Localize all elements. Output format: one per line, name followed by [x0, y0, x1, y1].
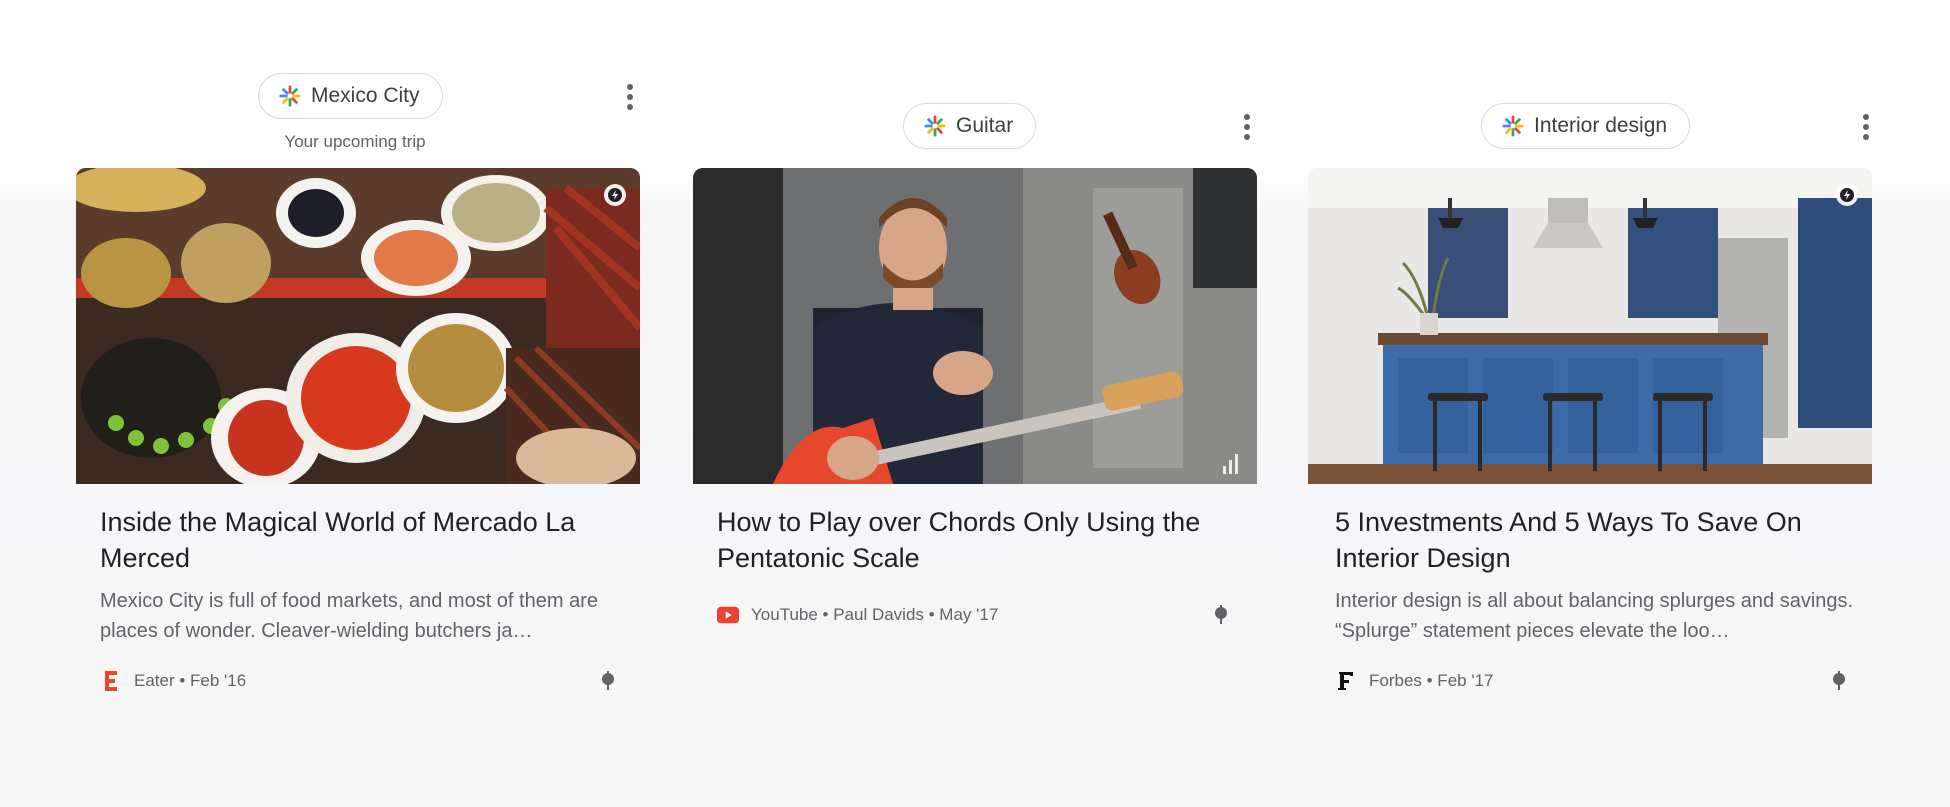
card-snippet: Mexico City is full of food markets, and… [100, 590, 598, 642]
source-meta: Forbes • Feb '17 [1369, 671, 1494, 690]
chip-label: Guitar [956, 114, 1014, 137]
more-options-button[interactable] [1235, 112, 1259, 142]
google-spark-icon [1502, 115, 1524, 137]
kitchen-interior-image[interactable] [1308, 168, 1872, 484]
feed-card-mexico-city: Mexico City Your upcoming trip Inside th… [76, 0, 640, 807]
pin-icon[interactable] [1829, 668, 1849, 694]
topic-chip-guitar[interactable]: Guitar [903, 103, 1037, 149]
source-meta: Eater • Feb '16 [134, 671, 247, 690]
eater-logo-icon [100, 670, 122, 692]
pin-icon[interactable] [1211, 602, 1231, 628]
forbes-logo-icon [1335, 670, 1357, 692]
feed-card-guitar: Guitar How to Play over Chords Only Usin… [693, 0, 1257, 807]
amp-lightning-icon [1836, 184, 1858, 206]
feed-card-interior-design: Interior design 5 Investments And 5 Ways… [1308, 0, 1878, 807]
card-title[interactable]: Inside the Magical World of Mercado La M… [100, 504, 620, 576]
topic-chip-mexico-city[interactable]: Mexico City [258, 73, 443, 119]
amp-lightning-icon [604, 184, 626, 206]
source-meta: YouTube • Paul Davids • May '17 [751, 605, 999, 624]
topic-chip-interior-design[interactable]: Interior design [1481, 103, 1691, 149]
more-options-button[interactable] [1854, 112, 1878, 142]
card-snippet: Interior design is all about balancing s… [1335, 590, 1854, 642]
card-source: Forbes • Feb '17 [1335, 670, 1493, 692]
chip-label: Mexico City [311, 84, 420, 107]
google-spark-icon [279, 85, 301, 107]
pin-icon[interactable] [598, 668, 618, 694]
guitar-video-thumbnail[interactable] [693, 168, 1257, 484]
card-source: YouTube • Paul Davids • May '17 [717, 604, 998, 626]
market-food-image[interactable] [76, 168, 640, 484]
card-title[interactable]: How to Play over Chords Only Using the P… [717, 504, 1237, 576]
card-title[interactable]: 5 Investments And 5 Ways To Save On Inte… [1335, 504, 1855, 576]
youtube-play-icon [717, 604, 739, 626]
video-bars-icon [1223, 454, 1243, 474]
more-options-button[interactable] [618, 82, 642, 112]
chip-subtitle: Your upcoming trip [284, 132, 426, 151]
google-spark-icon [924, 115, 946, 137]
card-source: Eater • Feb '16 [100, 670, 246, 692]
chip-label: Interior design [1534, 114, 1668, 137]
